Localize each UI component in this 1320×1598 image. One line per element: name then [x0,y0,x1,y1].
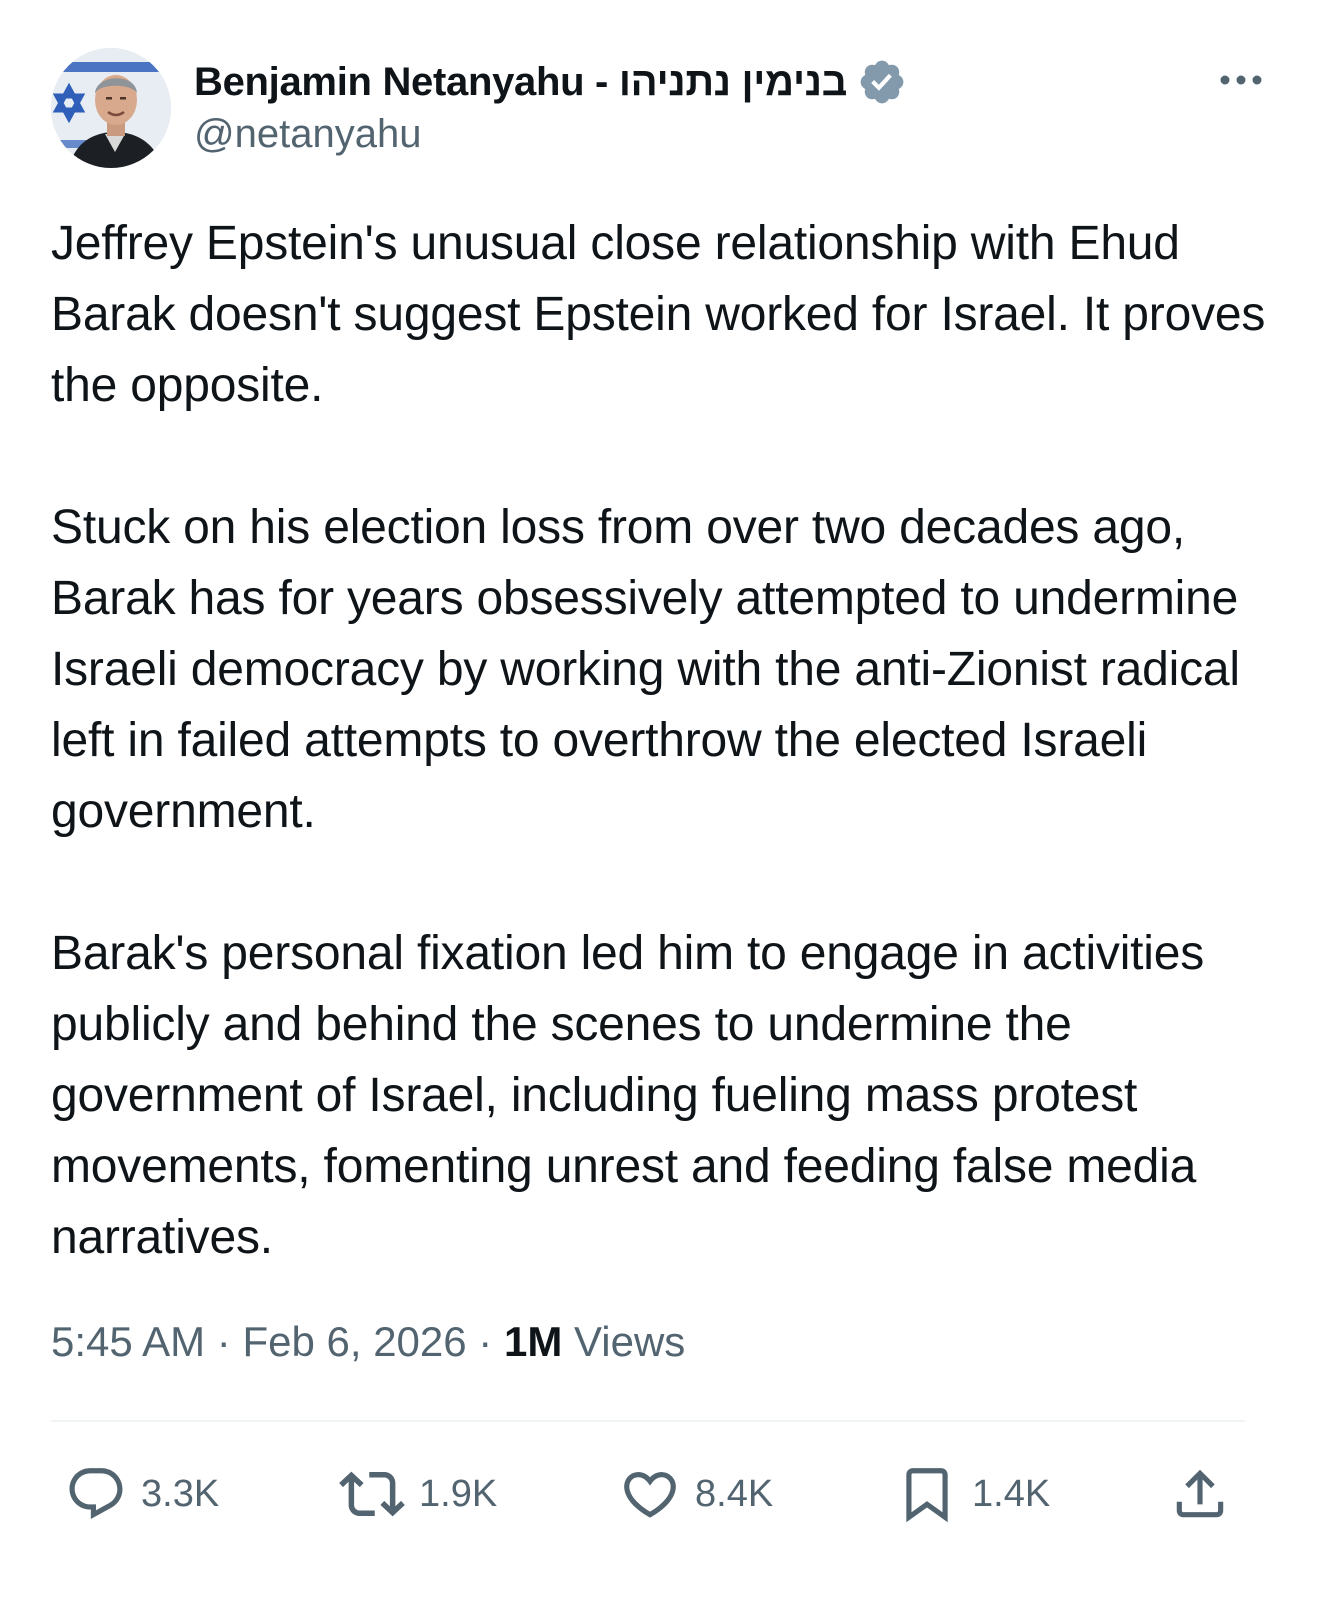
meta-separator: · [478,1318,493,1365]
more-options-button[interactable] [1213,60,1269,100]
verified-badge-icon[interactable] [857,57,907,107]
author-display-name[interactable]: Benjamin Netanyahu - בנימין נתניהו [194,60,847,105]
action-bar: 3.3K 1.9K 8.4K 1.4K [51,1452,1245,1536]
views-label: Views [574,1318,686,1365]
meta-separator: · [216,1318,231,1365]
tweet-paragraph: Barak's personal fixation led him to eng… [51,927,1205,1264]
like-button[interactable]: 8.4K [619,1452,773,1536]
share-icon [1176,1469,1224,1518]
repost-icon [339,1471,405,1517]
reply-button[interactable]: 3.3K [65,1452,219,1536]
divider [51,1420,1245,1422]
repost-button[interactable]: 1.9K [339,1452,497,1536]
tweet-meta: 5:45 AM · Feb 6, 2026 · 1M Views [51,1318,685,1366]
tweet-header: Benjamin Netanyahu - בנימין נתניהו @neta… [51,48,1269,172]
tweet-paragraph: Jeffrey Epstein's unusual close relation… [51,217,1266,412]
bookmark-count: 1.4K [972,1472,1051,1515]
reply-icon [69,1468,123,1520]
like-count: 8.4K [695,1472,774,1515]
avatar-image [51,48,171,168]
repost-count: 1.9K [419,1472,498,1515]
tweet-date[interactable]: Feb 6, 2026 [242,1318,466,1365]
author-name-row: Benjamin Netanyahu - בנימין נתניהו [194,56,907,108]
bookmark-button[interactable]: 1.4K [896,1452,1050,1536]
more-dots-icon [1220,75,1262,85]
views-count: 1M [503,1318,563,1365]
tweet-text: Jeffrey Epstein's unusual close relation… [51,208,1271,1344]
author-handle[interactable]: @netanyahu [194,112,421,157]
reply-count: 3.3K [141,1472,220,1515]
tweet-time[interactable]: 5:45 AM [51,1318,205,1365]
share-button[interactable] [1169,1452,1231,1536]
heart-icon [624,1472,676,1518]
avatar[interactable] [51,48,171,168]
tweet-paragraph: Stuck on his election loss from over two… [51,501,1240,838]
bookmark-icon [906,1468,948,1523]
